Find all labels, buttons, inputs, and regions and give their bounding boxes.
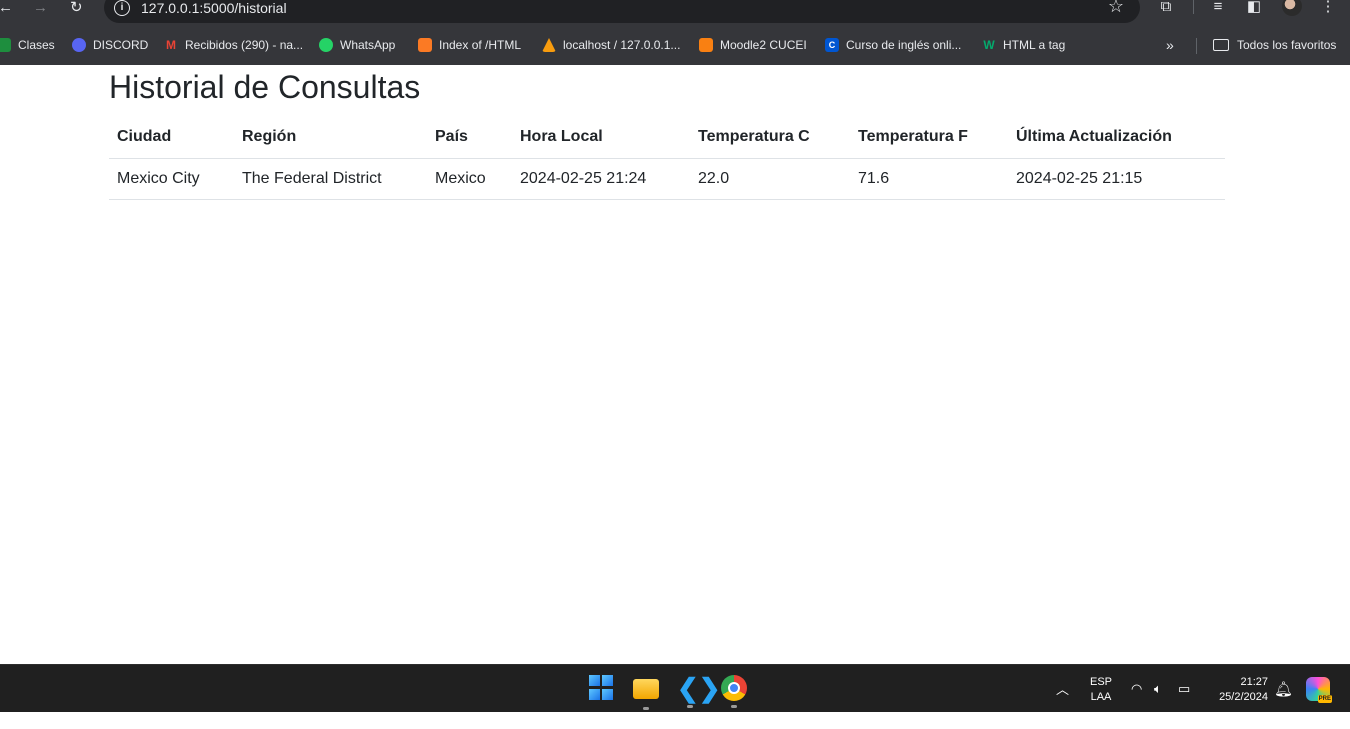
chrome-icon[interactable] [721, 675, 747, 708]
cell-temperatura-f: 71.6 [858, 169, 890, 187]
forward-arrow-icon[interactable]: → [33, 0, 48, 16]
discord-icon [72, 38, 86, 52]
moodle-icon [699, 38, 713, 52]
bookmark-whatsapp[interactable]: WhatsApp [319, 36, 395, 54]
wifi-icon[interactable]: ◠ [1131, 681, 1142, 729]
bookmark-label: Clases [18, 38, 55, 52]
table-row: Mexico City The Federal District Mexico … [109, 158, 1225, 199]
bookmark-discord[interactable]: DISCORD [72, 36, 148, 54]
header-temperatura-c: Temperatura C [698, 127, 810, 145]
address-bar[interactable]: i 127.0.0.1:5000/historial ☆ [104, 0, 1140, 23]
copilot-preview-badge: PRE [1317, 695, 1332, 703]
language-code: ESP [1089, 676, 1112, 688]
bookmark-label: Recibidos (290) - na... [185, 38, 304, 52]
bookmark-curso-ingles[interactable]: C Curso de inglés onli... [825, 36, 961, 54]
bookmark-label: localhost / 127.0.0.1... [563, 38, 681, 52]
xampp-icon [418, 38, 432, 52]
notification-bell-icon[interactable]: 🔔︎ [1274, 680, 1293, 728]
bookmark-gmail[interactable]: M Recibidos (290) - na... [164, 36, 303, 54]
site-info-icon[interactable]: i [114, 0, 130, 16]
volume-icon[interactable]: 🔈︎ [1154, 681, 1162, 729]
language-indicator[interactable]: ESP LAA [1089, 675, 1113, 723]
browser-toolbar: ← → ↻ i 127.0.0.1:5000/historial ☆ ⧉ ≡ ◧… [0, 0, 1350, 26]
file-explorer-icon[interactable] [633, 679, 659, 710]
tray-overflow-chevron-icon[interactable]: ︿ [1056, 679, 1069, 727]
page-content: Historial de Consultas Ciudad Región Paí… [109, 65, 1225, 200]
header-ultima-actualizacion: Última Actualización [1016, 127, 1172, 145]
cell-temperatura-c: 22.0 [698, 169, 730, 187]
taskbar: ❮❯ ︿ ESP LAA ◠ 🔈︎ ▭ 21:27 25/2/2024 🔔︎ P… [0, 664, 1350, 712]
page-title: Historial de Consultas [109, 69, 421, 105]
bookmark-label: WhatsApp [340, 38, 396, 52]
w3schools-icon: W [983, 38, 995, 52]
header-temperatura-f: Temperatura F [858, 127, 968, 145]
side-panel-icon[interactable]: ◧ [1244, 0, 1264, 17]
keyboard-layout: LAA [1090, 691, 1112, 703]
battery-icon[interactable]: ▭ [1178, 681, 1190, 729]
bookmarks-divider [1196, 38, 1197, 54]
bookmark-html-a-tag[interactable]: W HTML a tag [982, 36, 1065, 54]
cell-region: The Federal District [242, 169, 382, 187]
header-hora-local: Hora Local [520, 127, 603, 145]
bookmark-label: Moodle2 CUCEI [720, 38, 807, 52]
media-controls-icon[interactable]: ≡ [1208, 0, 1228, 17]
bookmark-localhost[interactable]: localhost / 127.0.0.1... [542, 36, 680, 54]
bookmark-label: HTML a tag [1003, 38, 1066, 52]
cell-ultima-actualizacion: 2024-02-25 21:15 [1016, 169, 1143, 187]
cell-pais: Mexico [435, 169, 486, 187]
header-ciudad: Ciudad [117, 127, 172, 145]
profile-avatar[interactable] [1282, 0, 1302, 16]
copilot-icon[interactable]: PRE [1306, 677, 1332, 703]
all-bookmarks-label: Todos los favoritos [1237, 38, 1337, 52]
bookmarks-bar: Clases DISCORD M Recibidos (290) - na...… [0, 26, 1350, 65]
running-indicator [731, 705, 737, 708]
classroom-icon [0, 38, 11, 52]
running-indicator [643, 707, 649, 710]
back-arrow-icon[interactable]: ← [0, 0, 13, 16]
menu-kebab-icon[interactable]: ⋮ [1318, 0, 1338, 17]
bookmark-label: Curso de inglés onli... [846, 38, 962, 52]
folder-icon [1213, 39, 1229, 51]
course-icon: C [825, 38, 839, 52]
header-region: Región [242, 127, 297, 145]
bookmark-clases[interactable]: Clases [0, 36, 55, 54]
vscode-icon[interactable]: ❮❯ [677, 675, 721, 708]
header-pais: País [435, 127, 468, 145]
clock-time: 21:27 [1240, 676, 1268, 688]
cell-hora-local: 2024-02-25 21:24 [520, 169, 647, 187]
more-bookmarks-chevron-icon[interactable]: » [1166, 36, 1174, 54]
phpmyadmin-icon [542, 38, 556, 52]
clock[interactable]: 21:27 25/2/2024 [1206, 675, 1268, 723]
history-table: Ciudad Región País Hora Local Temperatur… [109, 116, 1225, 200]
bookmark-label: Index of /HTML [439, 38, 522, 52]
bookmark-label: DISCORD [93, 38, 149, 52]
extensions-icon[interactable]: ⧉ [1156, 0, 1176, 17]
bookmark-moodle[interactable]: Moodle2 CUCEI [699, 36, 807, 54]
whatsapp-icon [319, 38, 333, 52]
table-header: Ciudad Región País Hora Local Temperatur… [109, 116, 1225, 158]
reload-icon[interactable]: ↻ [70, 0, 83, 16]
gmail-icon: M [166, 38, 176, 52]
cell-ciudad: Mexico City [117, 169, 200, 187]
bookmark-star-icon[interactable]: ☆ [1108, 0, 1124, 15]
running-indicator [687, 705, 693, 708]
toolbar-divider [1193, 0, 1194, 14]
all-bookmarks-folder[interactable]: Todos los favoritos [1213, 36, 1336, 54]
windows-start-icon[interactable] [589, 675, 615, 701]
url-text[interactable]: 127.0.0.1:5000/historial [141, 0, 287, 16]
header-row: Ciudad Región País Hora Local Temperatur… [109, 116, 1225, 158]
clock-date: 25/2/2024 [1219, 691, 1268, 703]
bookmark-index-html[interactable]: Index of /HTML [418, 36, 521, 54]
